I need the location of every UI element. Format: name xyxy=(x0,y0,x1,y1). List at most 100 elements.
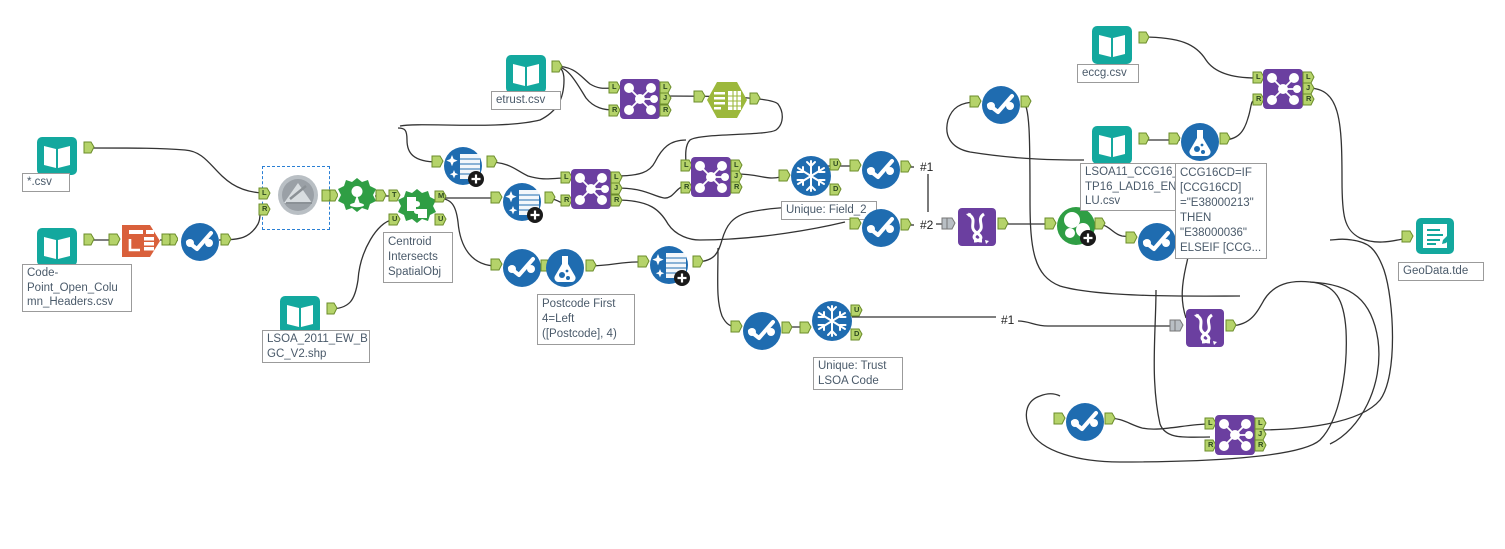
join-out-right[interactable]: R xyxy=(730,181,745,199)
join-out-right[interactable]: R xyxy=(1302,93,1317,111)
output-port[interactable] xyxy=(161,233,178,247)
input-port[interactable] xyxy=(693,90,706,104)
transpose-tool[interactable] xyxy=(120,223,160,264)
workflow-canvas[interactable]: *.csv Code- Point_Open_Colu mn_Headers.c… xyxy=(0,0,1505,549)
cleanse-icon xyxy=(503,183,543,223)
select-tool-postcode[interactable] xyxy=(502,248,542,293)
output-port[interactable] xyxy=(692,255,704,269)
label-etrust: etrust.csv xyxy=(491,91,561,110)
output-port[interactable] xyxy=(220,233,232,247)
select-tool-3[interactable] xyxy=(861,208,901,253)
output-port[interactable] xyxy=(1020,95,1032,109)
union-tool-2[interactable] xyxy=(1185,308,1225,353)
dynamic-input-tool[interactable] xyxy=(276,173,320,222)
select-tool-4[interactable] xyxy=(981,85,1021,130)
spatial-match-tool[interactable] xyxy=(397,188,437,233)
select-tool-6[interactable] xyxy=(742,311,782,356)
select-tool-7[interactable] xyxy=(1065,402,1105,447)
book-icon xyxy=(1092,126,1132,164)
label-unique-trust: Unique: Trust LSOA Code xyxy=(813,357,903,390)
summarize-tool[interactable] xyxy=(706,81,748,124)
unique-out-duplicate[interactable]: D xyxy=(850,328,865,346)
label-codepoint: Code- Point_Open_Colu mn_Headers.csv xyxy=(22,264,132,312)
select-icon xyxy=(862,151,900,189)
join-out-right[interactable]: R xyxy=(1254,439,1269,457)
join-tool-top-right[interactable] xyxy=(1262,68,1304,115)
output-port[interactable] xyxy=(1094,217,1106,231)
bubbles-icon xyxy=(1057,207,1096,246)
output-port[interactable] xyxy=(375,189,387,203)
output-port[interactable] xyxy=(551,60,563,74)
connection-number-1-top: #1 xyxy=(919,160,935,174)
output-port[interactable] xyxy=(749,92,761,106)
join-tool-top[interactable] xyxy=(619,78,661,125)
output-port[interactable] xyxy=(1219,132,1231,146)
cleanse-icon xyxy=(444,147,484,187)
unique-tool-field2[interactable] xyxy=(790,155,832,202)
output-port[interactable] xyxy=(83,233,95,247)
join-tool-middle-2[interactable] xyxy=(690,156,732,203)
map-pin-icon xyxy=(338,178,376,212)
select-tool-2[interactable] xyxy=(861,150,901,195)
annotation-centroid: Centroid Intersects SpatialObj xyxy=(383,232,453,283)
data-cleansing-tool-3[interactable] xyxy=(649,245,691,292)
output-port[interactable] xyxy=(486,155,498,169)
formula-tool-postcode[interactable] xyxy=(545,248,585,293)
dynamic-input-port-right[interactable]: R xyxy=(258,203,273,221)
join-icon xyxy=(691,157,731,197)
join-tool-bottom-right[interactable] xyxy=(1214,414,1256,461)
unique-out-unique[interactable]: U xyxy=(829,158,844,176)
annotation-postcode: Postcode First 4=Left ([Postcode], 4) xyxy=(537,294,635,345)
select-tool-1[interactable] xyxy=(180,222,220,267)
select-icon xyxy=(862,209,900,247)
join-tool-middle[interactable] xyxy=(570,168,612,215)
union-tool-1[interactable] xyxy=(957,207,997,252)
output-port[interactable] xyxy=(326,302,338,316)
output-port[interactable] xyxy=(321,189,338,203)
label-lsoa-lookup: LSOA11_CCG16_S TP16_LAD16_EN_ LU.csv xyxy=(1080,163,1186,211)
select-icon xyxy=(982,86,1020,124)
union-input-port[interactable] xyxy=(1169,319,1185,333)
unique-out-duplicate[interactable]: D xyxy=(829,183,844,201)
union-icon xyxy=(1186,309,1224,347)
unique-icon xyxy=(791,156,831,196)
spatial-port-unmatched[interactable]: U xyxy=(434,213,449,231)
output-port[interactable] xyxy=(997,217,1009,231)
select-icon xyxy=(503,249,541,287)
create-points-tool[interactable] xyxy=(337,177,377,222)
unique-out-unique[interactable]: U xyxy=(850,304,865,322)
join-icon xyxy=(1263,69,1303,109)
connection-number-2-top: #2 xyxy=(919,218,935,232)
book-icon xyxy=(1092,26,1132,64)
output-port[interactable] xyxy=(900,160,912,174)
connection-number-1-bottom: #1 xyxy=(1000,313,1016,327)
output-port[interactable] xyxy=(1104,412,1116,426)
formula-tool-ccg[interactable] xyxy=(1180,122,1220,167)
find-nearest-tool[interactable] xyxy=(1056,206,1098,253)
join-out-right[interactable]: R xyxy=(610,194,625,212)
label-csv: *.csv xyxy=(22,173,70,192)
dynamic-input-icon xyxy=(278,175,318,215)
union-input-port[interactable] xyxy=(941,217,957,231)
output-port[interactable] xyxy=(1225,319,1237,333)
flask-icon xyxy=(546,249,584,287)
select-icon xyxy=(1138,223,1176,261)
output-port[interactable] xyxy=(900,218,912,232)
puzzle-icon xyxy=(398,189,436,223)
output-port[interactable] xyxy=(781,321,793,335)
output-port[interactable] xyxy=(83,141,95,155)
label-lsoa-shp: LSOA_2011_EW_B GC_V2.shp xyxy=(262,330,370,363)
data-cleansing-tool-1[interactable] xyxy=(443,146,485,193)
join-out-right[interactable]: R xyxy=(659,104,674,122)
data-cleansing-tool-2[interactable] xyxy=(502,182,544,229)
annotation-formula-ccg: CCG16CD=IF [CCG16CD] ="E38000213" THEN "… xyxy=(1175,163,1267,259)
output-data-geodata-tde[interactable] xyxy=(1413,214,1457,263)
output-port[interactable] xyxy=(544,191,556,205)
output-port[interactable] xyxy=(585,259,597,273)
unique-tool-trust-lsoa[interactable] xyxy=(811,300,853,347)
output-port[interactable] xyxy=(1138,31,1150,45)
select-tool-5[interactable] xyxy=(1137,222,1177,267)
summarize-icon xyxy=(707,82,747,118)
output-port[interactable] xyxy=(1138,132,1150,146)
join-icon xyxy=(1215,415,1255,455)
